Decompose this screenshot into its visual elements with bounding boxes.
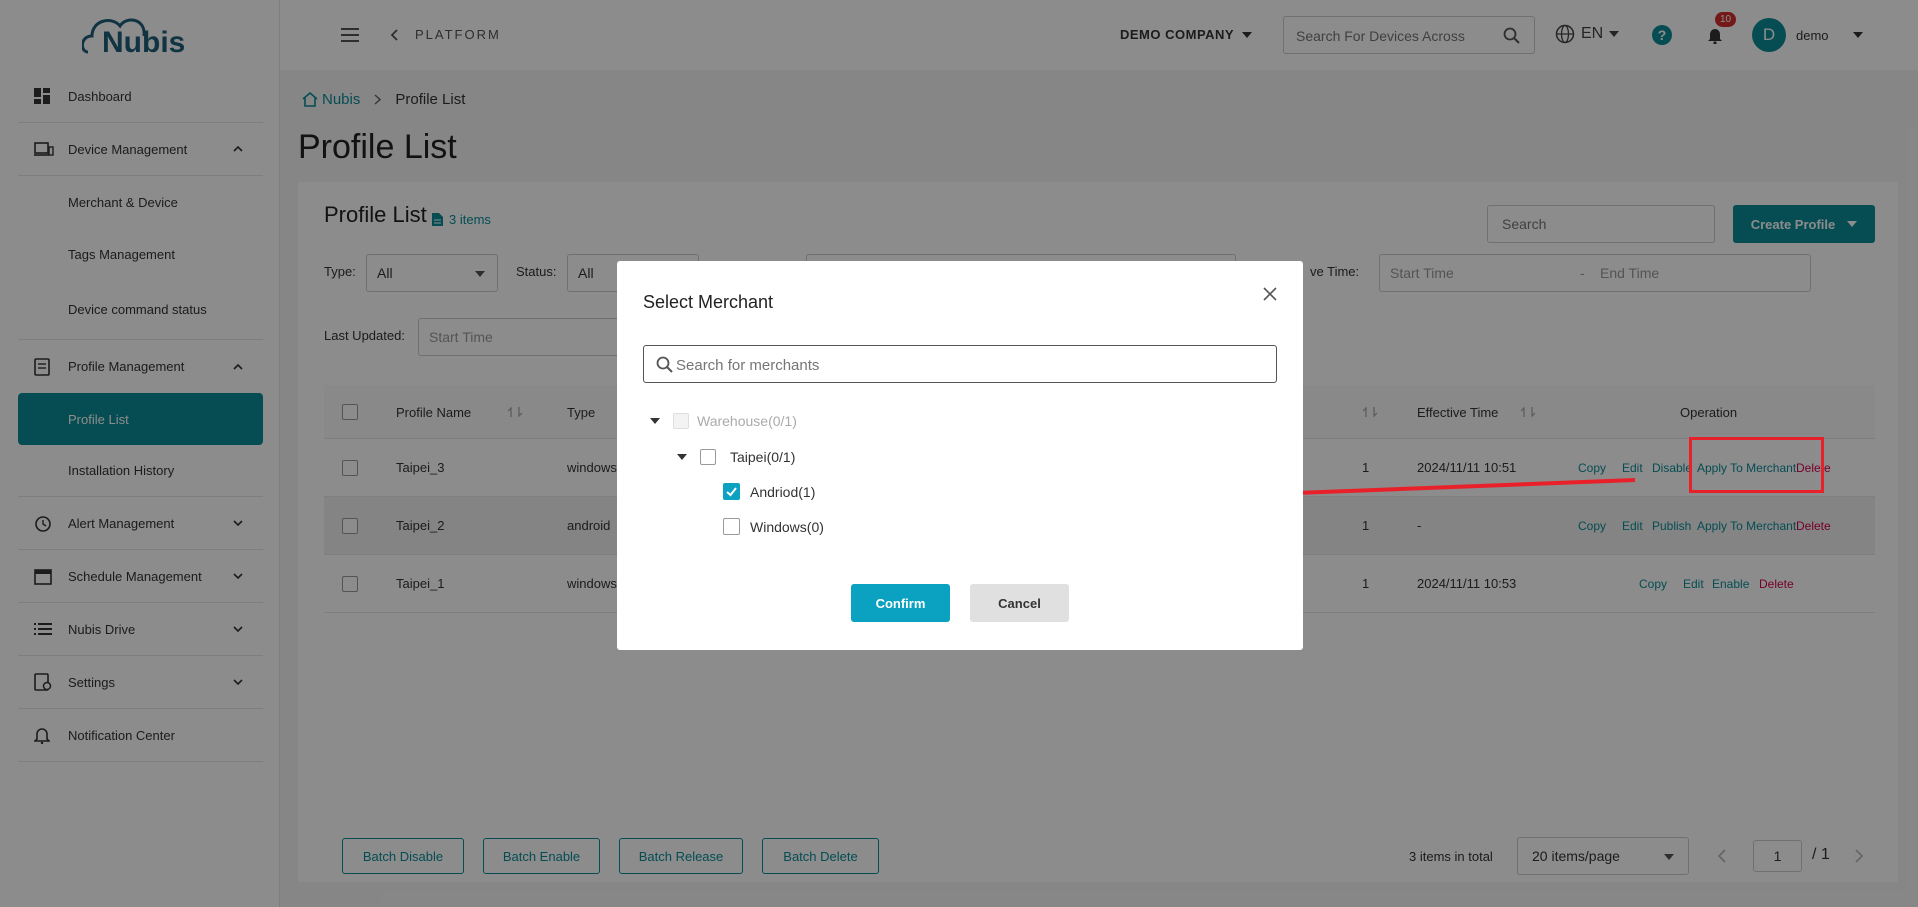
caret-down-icon[interactable] <box>677 454 687 460</box>
merchant-search-input[interactable] <box>676 354 1256 376</box>
confirm-button[interactable]: Confirm <box>851 584 950 622</box>
tree-checkbox-disabled <box>673 413 689 429</box>
tree-checkbox[interactable] <box>723 518 740 535</box>
tree-node-label: Taipei(0/1) <box>730 449 796 465</box>
checkbox-checked-icon[interactable] <box>723 483 740 500</box>
annotation-arrow-icon <box>1264 478 1636 507</box>
tree-node-taipei[interactable]: Taipei(0/1) <box>677 449 795 465</box>
tree-node-label: Warehouse(0/1) <box>697 413 797 429</box>
tree-checkbox[interactable] <box>700 449 716 465</box>
annotation-highlight-box <box>1689 437 1824 493</box>
cancel-button[interactable]: Cancel <box>970 584 1069 622</box>
merchant-search[interactable] <box>643 345 1277 383</box>
tree-node-windows[interactable]: Windows(0) <box>723 518 824 535</box>
search-icon <box>656 356 673 373</box>
tree-node-label: Andriod(1) <box>750 483 816 500</box>
tree-node-andriod[interactable]: Andriod(1) <box>723 483 815 500</box>
close-icon[interactable] <box>1263 287 1277 301</box>
caret-down-icon[interactable] <box>650 418 660 424</box>
dialog-title: Select Merchant <box>643 292 774 312</box>
tree-node-label: Windows(0) <box>750 518 824 535</box>
tree-node-warehouse[interactable]: Warehouse(0/1) <box>650 413 797 429</box>
select-merchant-dialog: Select Merchant Warehouse(0/1) Taipei(0/… <box>617 261 1303 650</box>
